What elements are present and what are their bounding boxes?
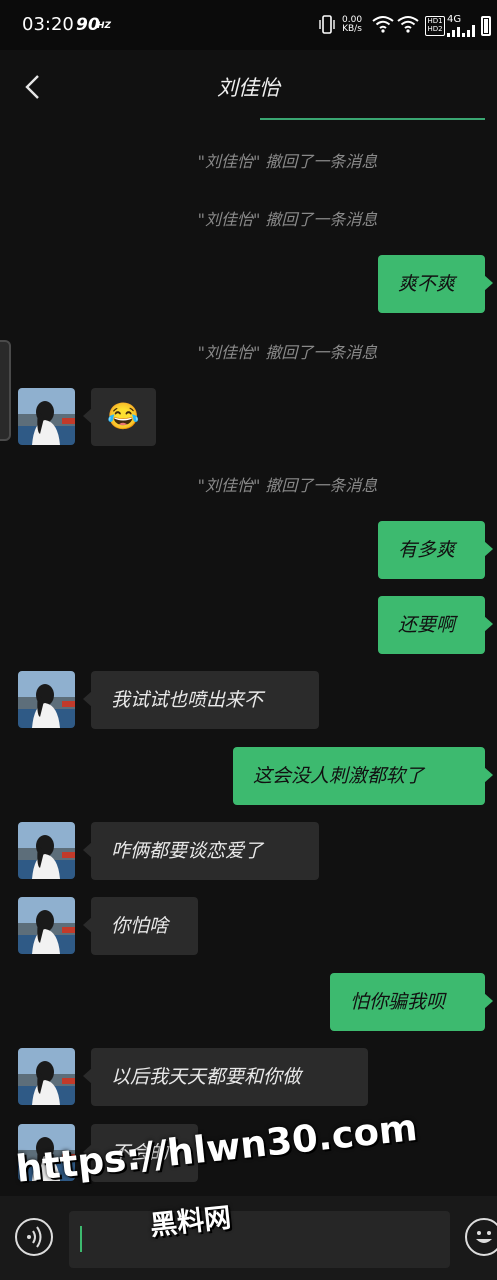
avatar-image <box>18 1048 75 1105</box>
outgoing-message[interactable]: 怕你骗我呗 <box>330 973 493 1031</box>
hd-badge-1: HD1 <box>427 17 443 25</box>
vibrate-icon <box>319 15 335 34</box>
wifi-icon <box>372 16 394 33</box>
wifi-icon-2 <box>397 16 419 33</box>
avatar[interactable] <box>18 1048 75 1105</box>
chat-title: 刘佳怡 <box>217 76 280 100</box>
avatar-image <box>18 671 75 728</box>
net-speed-unit: KB/s <box>342 24 362 34</box>
avatar[interactable] <box>18 671 75 728</box>
incoming-message[interactable]: 你怕啥 <box>83 897 198 955</box>
watermark-url: https://hlwn30.com <box>14 1105 420 1191</box>
net-speed: 0.00 KB/s <box>342 16 362 34</box>
incoming-message[interactable]: 以后我天天都要和你做 <box>83 1048 368 1106</box>
status-time: 03:20 <box>22 14 74 35</box>
smiley-icon <box>476 1231 492 1243</box>
avatar[interactable] <box>18 388 75 445</box>
refresh-rate-unit: HZ <box>97 21 112 31</box>
incoming-message[interactable]: 咋俩都要谈恋爱了 <box>83 822 319 880</box>
message-input[interactable] <box>69 1211 450 1268</box>
avatar-image <box>18 822 75 879</box>
avatar[interactable] <box>18 897 75 954</box>
incoming-message[interactable]: 😂 <box>83 388 156 446</box>
battery-icon <box>481 16 491 36</box>
recall-notice: "刘佳怡" 撤回了一条消息 <box>197 210 378 229</box>
recall-notice: "刘佳怡" 撤回了一条消息 <box>197 152 378 171</box>
hd-badge: HD1 HD2 <box>425 16 445 36</box>
outgoing-message[interactable]: 这会没人刺激都软了 <box>233 747 493 805</box>
avatar-image <box>18 388 75 445</box>
avatar-image <box>18 897 75 954</box>
recall-notice: "刘佳怡" 撤回了一条消息 <box>197 476 378 495</box>
emoji-button[interactable] <box>465 1218 497 1256</box>
text-cursor <box>80 1226 82 1252</box>
outgoing-message[interactable]: 还要啊 <box>378 596 493 654</box>
recall-notice: "刘佳怡" 撤回了一条消息 <box>197 343 378 362</box>
outgoing-message[interactable]: 爽不爽 <box>378 255 493 313</box>
signal-icon <box>447 25 475 37</box>
avatar[interactable] <box>18 822 75 879</box>
voice-input-button[interactable] <box>15 1218 53 1256</box>
outgoing-message[interactable]: 有多爽 <box>378 521 493 579</box>
status-bar <box>0 0 497 50</box>
incoming-message[interactable]: 我试试也喷出来不 <box>83 671 319 729</box>
voice-icon <box>27 1226 42 1248</box>
hd-badge-2: HD2 <box>427 25 443 33</box>
network-type: 4G <box>447 14 462 25</box>
title-underline <box>260 118 485 120</box>
